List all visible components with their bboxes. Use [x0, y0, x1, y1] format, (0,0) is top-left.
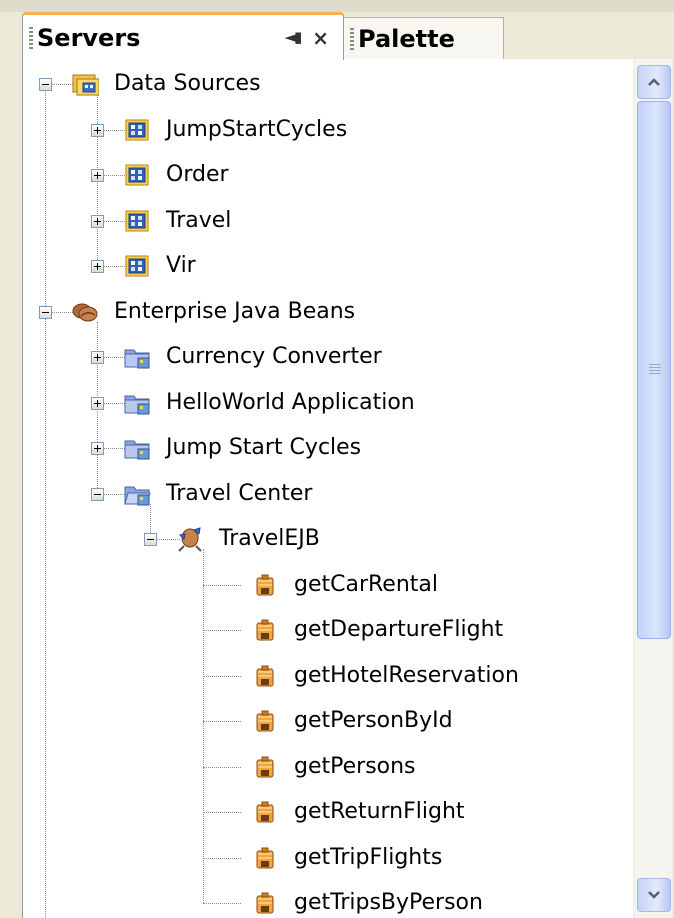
- servers-panel: Data Sources JumpStartCycles Order Travel Vi…: [22, 59, 672, 918]
- tree-node-label: Currency Converter: [166, 344, 382, 369]
- chevron-up-icon: [648, 78, 660, 86]
- tree-node-label: Data Sources: [114, 71, 261, 96]
- scroll-down-button[interactable]: [637, 878, 671, 912]
- tree-node-label: Vir: [166, 253, 196, 278]
- tree-node-ejb-module[interactable]: HelloWorld Application: [23, 384, 633, 422]
- tree-node-datasource[interactable]: Vir: [23, 247, 633, 285]
- scroll-up-button[interactable]: [637, 65, 671, 99]
- tab-strip: Servers ◄▮ × Palette: [0, 0, 674, 60]
- tree-node-label: getPersonById: [294, 708, 453, 733]
- tree-node-method[interactable]: getPersonById: [23, 702, 633, 740]
- tree-node-travel-ejb[interactable]: TravelEJB: [23, 520, 633, 558]
- expand-toggle-icon[interactable]: [91, 260, 104, 273]
- datasource-folder-icon: [71, 71, 99, 97]
- collapse-toggle-icon[interactable]: [39, 78, 52, 91]
- tree-node-label: JumpStartCycles: [166, 116, 348, 142]
- tree-node-label: getDepartureFlight: [294, 617, 504, 642]
- tree-node-datasource[interactable]: JumpStartCycles: [23, 111, 633, 149]
- method-icon: [251, 663, 279, 689]
- method-icon: [251, 617, 279, 643]
- beans-icon: [71, 299, 99, 325]
- tree-node-label: Travel: [166, 207, 232, 233]
- tab-grip: [29, 26, 33, 49]
- datasource-icon: [123, 253, 151, 279]
- scroll-thumb[interactable]: [637, 101, 671, 639]
- module-folder-icon: [123, 435, 151, 461]
- tree-node-method[interactable]: getReturnFlight: [23, 793, 633, 831]
- session-bean-icon: [176, 526, 204, 552]
- thumb-grip: [649, 364, 661, 376]
- tree-node-label: getReturnFlight: [294, 799, 465, 824]
- tree-node-label: getCarRental: [294, 571, 439, 597]
- tree-node-datasource[interactable]: Travel: [23, 202, 633, 240]
- method-icon: [251, 799, 279, 825]
- method-icon: [251, 845, 279, 871]
- tree-node-datasource[interactable]: Order: [23, 156, 633, 194]
- tab-grip: [350, 28, 354, 50]
- tree-node-method[interactable]: getTripFlights: [23, 839, 633, 877]
- datasource-icon: [123, 162, 151, 188]
- tab-servers-label: Servers: [37, 23, 141, 52]
- tree-node-label: Order: [166, 162, 229, 187]
- expand-toggle-icon[interactable]: [91, 442, 104, 455]
- expand-toggle-icon[interactable]: [91, 351, 104, 364]
- datasource-icon: [123, 117, 151, 143]
- tree-node-label: getHotelReservation: [294, 662, 519, 688]
- tree-node-ejb-module[interactable]: Jump Start Cycles: [23, 429, 633, 467]
- minimize-window-button[interactable]: ◄▮: [284, 30, 302, 45]
- tree-node-method[interactable]: getTripsByPerson: [23, 884, 633, 918]
- expand-toggle-icon[interactable]: [91, 169, 104, 182]
- tree-node-label: getTripsByPerson: [294, 890, 483, 915]
- vertical-scrollbar[interactable]: [633, 59, 672, 918]
- tree-node-method[interactable]: getPersons: [23, 748, 633, 786]
- chevron-down-icon: [648, 891, 660, 899]
- server-tree: Data Sources JumpStartCycles Order Travel Vi…: [23, 59, 633, 918]
- tree-node-method[interactable]: getHotelReservation: [23, 657, 633, 695]
- tab-servers[interactable]: Servers ◄▮ ×: [22, 12, 344, 60]
- tree-node-method[interactable]: getCarRental: [23, 566, 633, 604]
- collapse-toggle-icon[interactable]: [144, 533, 157, 546]
- module-folder-icon: [123, 344, 151, 370]
- tree-node-label: HelloWorld Application: [166, 389, 415, 415]
- tab-palette[interactable]: Palette: [344, 17, 504, 60]
- method-icon: [251, 890, 279, 916]
- tree-node-ejb-module[interactable]: Currency Converter: [23, 338, 633, 376]
- datasource-icon: [123, 208, 151, 234]
- tree-node-ejb-module[interactable]: Travel Center: [23, 475, 633, 513]
- tab-palette-label: Palette: [358, 25, 455, 53]
- tree-node-label: TravelEJB: [219, 526, 320, 551]
- tree-node-label: Travel Center: [166, 480, 313, 506]
- expand-toggle-icon[interactable]: [91, 123, 104, 137]
- expand-toggle-icon[interactable]: [91, 214, 104, 228]
- tree-node-data-sources[interactable]: Data Sources: [23, 65, 633, 103]
- tree-node-label: getTripFlights: [294, 844, 443, 870]
- expand-toggle-icon[interactable]: [91, 396, 104, 410]
- tree-node-label: getPersons: [294, 753, 416, 779]
- method-icon: [251, 572, 279, 598]
- collapse-toggle-icon[interactable]: [39, 305, 52, 319]
- tree-node-label: Enterprise Java Beans: [114, 298, 356, 324]
- module-folder-icon: [123, 390, 151, 416]
- tree-node-label: Jump Start Cycles: [166, 435, 362, 460]
- tree-node-method[interactable]: getDepartureFlight: [23, 611, 633, 649]
- module-folder-open-icon: [123, 481, 151, 507]
- method-icon: [251, 754, 279, 780]
- method-icon: [251, 708, 279, 734]
- collapse-toggle-icon[interactable]: [91, 487, 104, 501]
- tree-node-enterprise-java-beans[interactable]: Enterprise Java Beans: [23, 293, 633, 331]
- close-tab-button[interactable]: ×: [312, 28, 329, 48]
